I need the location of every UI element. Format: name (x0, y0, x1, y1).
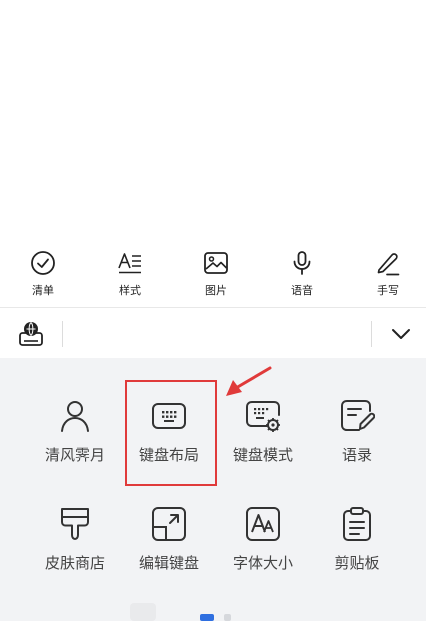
toolbar-style-button[interactable]: 样式 (95, 240, 165, 306)
toolbar-handwriting-button[interactable]: 手写 (353, 240, 423, 306)
clipboard-icon (343, 507, 371, 541)
toolbar-label: 图片 (205, 284, 227, 297)
toolbar-label: 样式 (119, 284, 141, 297)
panel-item-profile[interactable]: 清风霁月 (28, 398, 122, 490)
panel-item-label: 键盘模式 (232, 446, 293, 464)
pen-icon (377, 253, 400, 276)
panel-item-edit-keyboard[interactable]: 编辑键盘 (122, 506, 216, 598)
panel-item-label: 编辑键盘 (138, 554, 199, 572)
keyboard-globe-icon[interactable] (17, 320, 45, 348)
divider (62, 321, 63, 347)
page-hint (130, 603, 156, 621)
panel-item-keyboard-mode[interactable]: 键盘模式 (216, 398, 310, 490)
font-size-icon (246, 507, 280, 541)
highlight-box (125, 380, 217, 486)
panel-item-label: 语录 (341, 446, 372, 464)
panel-item-clipboard[interactable]: 剪贴板 (310, 506, 404, 598)
keyboard-toolbar: 清单 样式 图片 语音 手写 (0, 240, 426, 306)
panel-item-label: 字体大小 (232, 554, 293, 572)
check-circle-icon (31, 251, 55, 275)
page-indicator[interactable] (224, 614, 231, 621)
edit-keyboard-icon (152, 507, 186, 541)
brush-icon (61, 508, 89, 540)
toolbar-label: 手写 (377, 284, 399, 297)
panel-item-label: 剪贴板 (334, 554, 380, 572)
divider (371, 321, 372, 347)
person-icon (61, 401, 89, 432)
panel-item-label: 皮肤商店 (44, 554, 105, 572)
candidate-bar (0, 307, 426, 359)
toolbar-voice-button[interactable]: 语音 (267, 240, 337, 306)
page-indicator-active[interactable] (200, 614, 214, 621)
panel-item-label: 清风霁月 (44, 446, 105, 464)
edit-note-icon (341, 400, 375, 431)
toolbar-label: 语音 (291, 284, 313, 297)
image-icon (204, 252, 228, 274)
chevron-down-icon[interactable] (388, 322, 414, 346)
panel-item-skin-store[interactable]: 皮肤商店 (28, 506, 122, 598)
toolbar-label: 清单 (32, 284, 54, 297)
panel-item-quotes[interactable]: 语录 (310, 398, 404, 490)
microphone-icon (293, 251, 311, 275)
toolbar-image-button[interactable]: 图片 (181, 240, 251, 306)
panel-item-font-size[interactable]: 字体大小 (216, 506, 310, 598)
red-arrow-icon (226, 366, 272, 396)
text-area[interactable] (0, 0, 426, 240)
toolbar-checklist-button[interactable]: 清单 (8, 240, 78, 306)
text-style-icon (118, 253, 141, 274)
